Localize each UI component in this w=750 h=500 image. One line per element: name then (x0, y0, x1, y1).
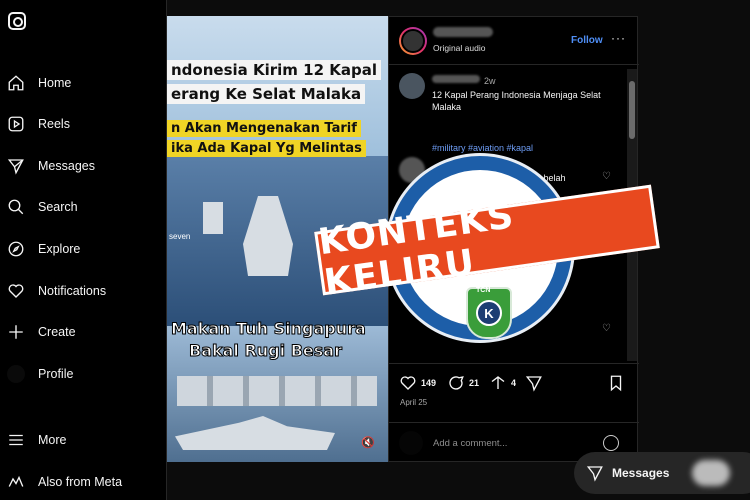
sidebar-item-label: Home (38, 76, 72, 90)
sidebar-item-label: Notifications (38, 284, 107, 298)
my-avatar (399, 431, 423, 455)
comment-count: 21 (469, 378, 480, 388)
video-caption-line: Bakal Rugi Besar (189, 341, 343, 361)
reels-icon (6, 114, 26, 134)
save-button[interactable] (607, 374, 625, 392)
sidebar-item-also-from-meta[interactable]: Also from Meta (6, 471, 122, 493)
heart-icon (400, 376, 416, 390)
sidebar-item-notifications[interactable]: Notifications (6, 280, 106, 302)
blurred-username[interactable] (432, 75, 480, 83)
warship-image (203, 202, 223, 234)
send-button[interactable] (525, 374, 543, 392)
compass-icon (6, 239, 26, 259)
sidebar-item-label: Create (38, 325, 76, 339)
post-header: Original audio Follow ··· (389, 17, 639, 65)
audio-label[interactable]: Original audio (433, 43, 485, 53)
blurred-username[interactable] (433, 27, 493, 37)
avatar-icon (6, 364, 26, 384)
video-caption-line: ika Ada Kapal Yg Melintas (167, 140, 366, 157)
search-icon (6, 197, 26, 217)
comment-like-icon[interactable]: ♡ (602, 323, 611, 334)
like-button[interactable]: 149 (399, 374, 436, 392)
sidebar-item-home[interactable]: Home (6, 72, 71, 94)
sidebar-item-create[interactable]: Create (6, 321, 76, 343)
share-count-button[interactable]: 4 (489, 374, 516, 392)
video-caption-line: ndonesia Kirim 12 Kapal (167, 60, 381, 80)
video-caption-line: erang Ke Selat Malaka (167, 84, 366, 104)
bookmark-icon (610, 375, 622, 392)
post-caption: 12 Kapal Perang Indonesia Menjaga Selat … (432, 90, 601, 112)
sidebar-item-profile[interactable]: Profile (6, 363, 73, 385)
post-date: April 25 (400, 398, 428, 407)
sidebar-item-search[interactable]: Search (6, 196, 78, 218)
sidebar-item-more[interactable]: More (6, 429, 66, 451)
messages-pill-label: Messages (612, 466, 670, 480)
follow-button[interactable]: Follow (571, 35, 603, 46)
send-icon (586, 466, 603, 482)
emoji-icon[interactable] (603, 435, 619, 451)
sidebar: Home Reels Messages Search Explore Notif… (0, 0, 167, 500)
logo-mark: K (476, 300, 502, 326)
comment-input[interactable]: Add a comment... (433, 438, 507, 449)
post-time: 2w (484, 76, 496, 86)
sidebar-item-explore[interactable]: Explore (6, 238, 80, 260)
sidebar-item-label: Messages (38, 159, 95, 173)
post-hashtags[interactable]: #military #aviation #kapal (432, 143, 533, 153)
comment-text: i belah (539, 173, 566, 183)
home-icon (6, 73, 26, 93)
blurred-avatars[interactable] (692, 460, 730, 486)
instagram-logo-icon[interactable] (8, 12, 26, 30)
logo-text: TCN (476, 287, 491, 294)
mute-icon[interactable]: 🔇 (361, 436, 375, 450)
send-icon (6, 156, 26, 176)
video-caption-line: n Akan Mengenakan Tarif (167, 120, 361, 137)
author-avatar[interactable] (399, 27, 427, 55)
sidebar-item-label: Explore (38, 242, 81, 256)
sidebar-item-label: Search (38, 200, 78, 214)
sidebar-item-label: More (38, 433, 67, 447)
more-options-icon[interactable]: ··· (611, 31, 626, 45)
repost-icon (491, 376, 505, 389)
meta-icon (6, 472, 26, 492)
sidebar-item-label: Profile (38, 367, 74, 381)
caption-avatar[interactable] (399, 73, 425, 99)
heart-icon (6, 281, 26, 301)
comment-button[interactable]: 21 (447, 374, 479, 392)
sidebar-item-label: Reels (38, 117, 70, 131)
fact-check-logo: TCN K (466, 287, 512, 339)
like-count: 149 (421, 378, 437, 388)
send-icon (525, 376, 542, 392)
comment-icon (449, 376, 464, 390)
sidebar-item-reels[interactable]: Reels (6, 113, 70, 135)
plus-icon (6, 322, 26, 342)
fleet-image (177, 376, 377, 406)
sidebar-item-label: Also from Meta (38, 475, 123, 489)
video-caption-line: Makan Tuh Singapura (171, 319, 367, 339)
video-watermark: seven (169, 232, 191, 241)
sidebar-item-messages[interactable]: Messages (6, 155, 95, 177)
share-count: 4 (511, 378, 517, 388)
menu-icon (6, 430, 26, 450)
